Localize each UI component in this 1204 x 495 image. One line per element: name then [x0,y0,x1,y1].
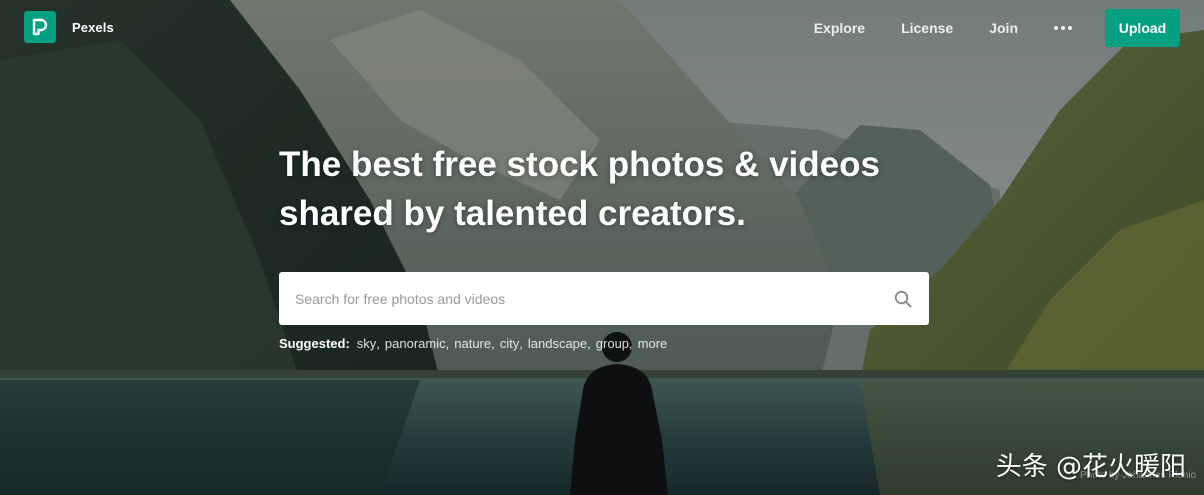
suggested-label: Suggested: [279,336,350,351]
ellipsis-icon[interactable] [1054,9,1072,47]
suggested-item-landscape[interactable]: landscape [528,336,587,351]
nav-join-link[interactable]: Join [989,9,1018,47]
pexels-logo-icon [24,11,56,43]
upload-button[interactable]: Upload [1105,9,1180,47]
logo-link[interactable]: Pexels [24,11,114,43]
hero-headline: The best free stock photos & videos shar… [279,140,959,238]
search-bar [279,272,929,325]
background-dim-overlay [0,0,1204,495]
search-icon[interactable] [877,272,929,325]
suggested-item-nature[interactable]: nature [454,336,491,351]
suggested-item-more[interactable]: more [638,336,668,351]
suggested-item-city[interactable]: city [500,336,520,351]
suggested-item-group[interactable]: group [596,336,629,351]
suggested-item-sky[interactable]: sky [357,336,377,351]
top-navigation: Pexels Explore License Join Upload [0,0,1204,58]
hero-headline-line-2: shared by talented creators. [279,194,746,233]
suggested-searches: Suggested: sky, panoramic, nature, city,… [279,336,668,351]
brand-name: Pexels [72,19,114,35]
nav-explore-link[interactable]: Explore [814,9,865,47]
nav-links: Explore License Join Upload [814,9,1180,47]
nav-license-link[interactable]: License [901,9,953,47]
hero-headline-line-1: The best free stock photos & videos [279,145,880,184]
suggested-item-panoramic[interactable]: panoramic [385,336,446,351]
search-input[interactable] [279,272,877,325]
platform-watermark: 头条 @花火暖阳 [995,452,1186,482]
